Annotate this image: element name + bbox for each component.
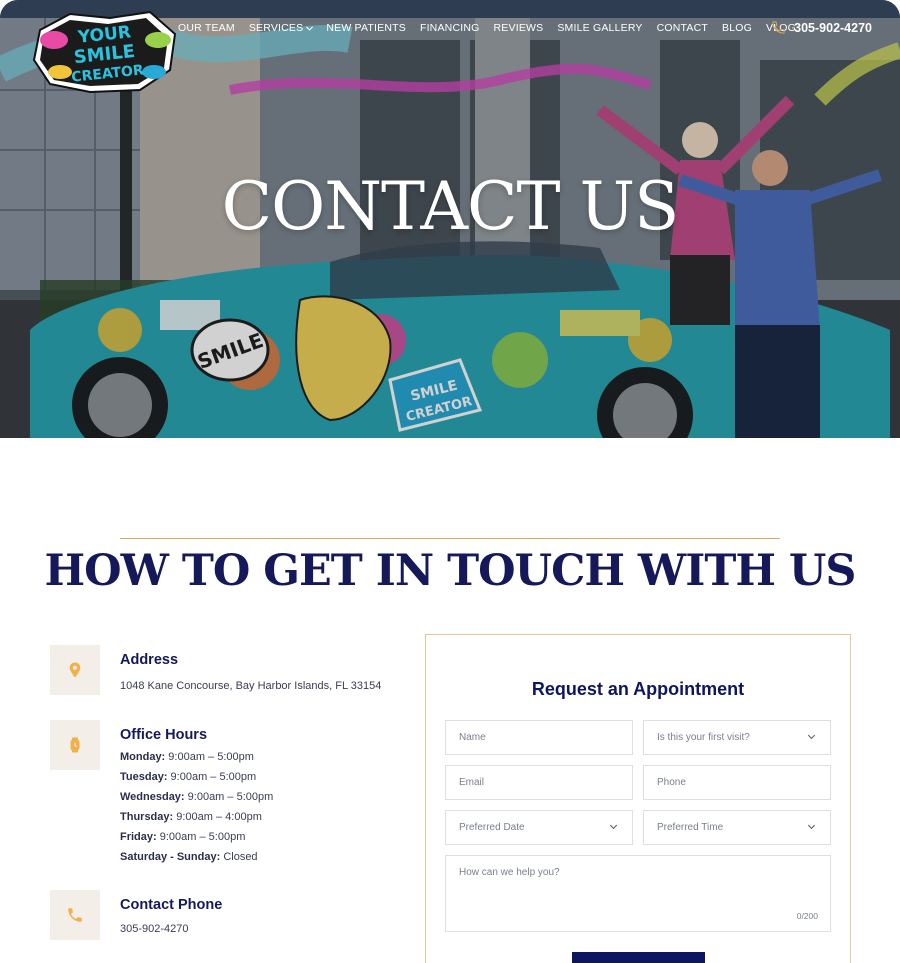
address-title: Address bbox=[120, 652, 179, 668]
hours-row: Thursday: 9:00am – 4:00pm bbox=[120, 811, 262, 823]
nav-label: SMILE GALLERY bbox=[557, 22, 643, 34]
preferred-date-placeholder: Preferred Date bbox=[459, 822, 525, 833]
nav-blog[interactable]: BLOG bbox=[722, 22, 752, 34]
chevron-down-icon bbox=[807, 821, 816, 830]
hours-row: Friday: 9:00am – 5:00pm bbox=[120, 831, 245, 843]
message-placeholder: How can we help you? bbox=[459, 867, 560, 878]
hero-banner: SMILE SMILE CREATOR CONTACT US YOUR SMIL… bbox=[0, 0, 900, 438]
nav-reviews[interactable]: REVIEWS bbox=[494, 22, 544, 34]
message-textarea[interactable]: How can we help you? 0/200 bbox=[445, 855, 831, 932]
hours-day: Saturday - Sunday: bbox=[120, 851, 221, 863]
nav-label: OUR TEAM bbox=[178, 22, 235, 34]
hours-day: Wednesday: bbox=[120, 791, 185, 803]
chevron-down-icon bbox=[306, 23, 314, 31]
nav-label: BLOG bbox=[722, 22, 752, 34]
page-title: CONTACT US bbox=[221, 168, 680, 245]
nav-label: FINANCING bbox=[419, 22, 480, 34]
watch-icon bbox=[70, 737, 80, 753]
form-title: Request an Appointment bbox=[531, 679, 745, 699]
nav-contact[interactable]: CONTACT bbox=[657, 22, 708, 34]
hours-day: Thursday: bbox=[120, 811, 174, 823]
email-input[interactable]: Email bbox=[445, 765, 633, 800]
phone-icon bbox=[68, 908, 82, 922]
main-nav: OUR TEAM SERVICES NEW PATIENTS FINANCING… bbox=[178, 22, 796, 34]
nav-label: REVIEWS bbox=[493, 22, 544, 34]
hours-time: 9:00am – 5:00pm bbox=[159, 831, 246, 843]
chevron-down-icon bbox=[807, 731, 816, 740]
nav-services[interactable]: SERVICES bbox=[248, 22, 314, 34]
header-phone-number: 305-902-4270 bbox=[794, 20, 872, 35]
preferred-time-placeholder: Preferred Time bbox=[657, 822, 724, 833]
hours-row: Wednesday: 9:00am – 5:00pm bbox=[120, 791, 273, 803]
first-visit-placeholder: Is this your first visit? bbox=[657, 732, 750, 743]
nav-label: NEW PATIENTS bbox=[326, 22, 406, 34]
location-pin-icon bbox=[69, 662, 81, 678]
hours-time: 9:00am – 4:00pm bbox=[176, 811, 262, 823]
submit-button[interactable] bbox=[572, 952, 705, 963]
appointment-form: Request an Appointment Name Is this your… bbox=[425, 634, 851, 963]
hours-icon-box bbox=[50, 720, 100, 770]
phone-placeholder: Phone bbox=[657, 777, 686, 788]
nav-new-patients[interactable]: NEW PATIENTS bbox=[326, 22, 406, 34]
nav-our-team[interactable]: OUR TEAM bbox=[178, 22, 235, 34]
hours-row: Monday: 9:00am – 5:00pm bbox=[120, 751, 254, 763]
preferred-date-select[interactable]: Preferred Date bbox=[445, 810, 633, 845]
section-divider bbox=[120, 538, 780, 539]
phone-icon bbox=[772, 21, 785, 34]
chevron-down-icon bbox=[609, 821, 618, 830]
contact-phone-link[interactable]: 305-902-4270 bbox=[120, 923, 189, 935]
address-value: 1048 Kane Concourse, Bay Harbor Islands,… bbox=[120, 680, 382, 692]
character-counter: 0/200 bbox=[796, 911, 818, 921]
office-hours-title: Office Hours bbox=[120, 727, 208, 743]
hours-row: Saturday - Sunday: Closed bbox=[120, 851, 258, 863]
hours-day: Monday: bbox=[120, 751, 166, 763]
phone-input[interactable]: Phone bbox=[643, 765, 831, 800]
address-icon-box bbox=[50, 645, 100, 695]
phone-icon-box bbox=[50, 890, 100, 940]
section-title: HOW TO GET IN TOUCH WITH US bbox=[44, 546, 857, 596]
name-placeholder: Name bbox=[459, 732, 486, 743]
hours-day: Tuesday: bbox=[120, 771, 168, 783]
name-input[interactable]: Name bbox=[445, 720, 633, 755]
hours-time: 9:00am – 5:00pm bbox=[187, 791, 274, 803]
hours-day: Friday: bbox=[120, 831, 157, 843]
nav-label: CONTACT bbox=[656, 22, 708, 34]
nav-smile-gallery[interactable]: SMILE GALLERY bbox=[557, 22, 642, 34]
hours-time: Closed bbox=[223, 851, 258, 863]
first-visit-select[interactable]: Is this your first visit? bbox=[643, 720, 831, 755]
header-phone-link[interactable]: 305-902-4270 bbox=[771, 20, 872, 35]
nav-label: SERVICES bbox=[248, 22, 304, 34]
preferred-time-select[interactable]: Preferred Time bbox=[643, 810, 831, 845]
nav-financing[interactable]: FINANCING bbox=[420, 22, 480, 34]
site-logo[interactable]: YOUR SMILE CREATOR bbox=[30, 10, 180, 94]
email-placeholder: Email bbox=[459, 777, 485, 788]
hours-time: 9:00am – 5:00pm bbox=[168, 751, 254, 763]
hours-time: 9:00am – 5:00pm bbox=[170, 771, 257, 783]
hours-row: Tuesday: 9:00am – 5:00pm bbox=[120, 771, 256, 783]
contact-phone-title: Contact Phone bbox=[120, 897, 223, 913]
